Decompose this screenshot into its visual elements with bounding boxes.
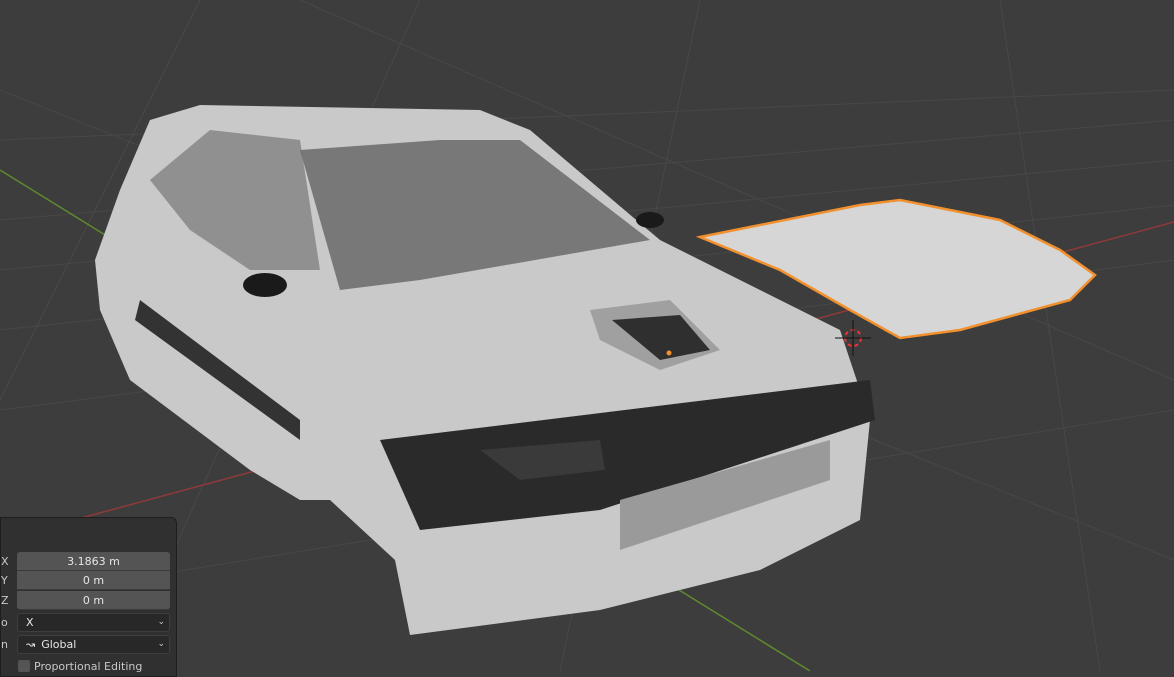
z-label: Z	[1, 594, 9, 607]
orientation-dropdown[interactable]: ↝ Global ⌄	[17, 635, 170, 654]
proportional-editing-label: Proportional Editing	[34, 660, 143, 673]
y-value-field[interactable]: 0 m	[17, 571, 170, 590]
chevron-down-icon: ⌄	[157, 639, 165, 649]
z-value-field[interactable]: 0 m	[17, 591, 170, 610]
orient-axis-value: X	[26, 616, 34, 629]
y-label: Y	[1, 574, 8, 587]
orientation-label: n	[1, 638, 8, 651]
ortho-label: o	[1, 616, 8, 629]
axes-icon: ↝	[26, 638, 36, 651]
orient-axis-dropdown[interactable]: X ⌄	[17, 613, 170, 632]
origin-point	[666, 350, 672, 356]
adjust-last-operation-panel: X 3.1863 m Y 0 m Z 0 m o X ⌄ n ↝ Global ⌄ P…	[0, 517, 177, 677]
proportional-editing-checkbox[interactable]	[18, 660, 30, 672]
chevron-down-icon: ⌄	[157, 617, 165, 627]
car-body[interactable]	[95, 105, 875, 635]
x-label: X	[1, 555, 9, 568]
orientation-value: Global	[41, 638, 77, 651]
x-value-field[interactable]: 3.1863 m	[17, 552, 170, 571]
